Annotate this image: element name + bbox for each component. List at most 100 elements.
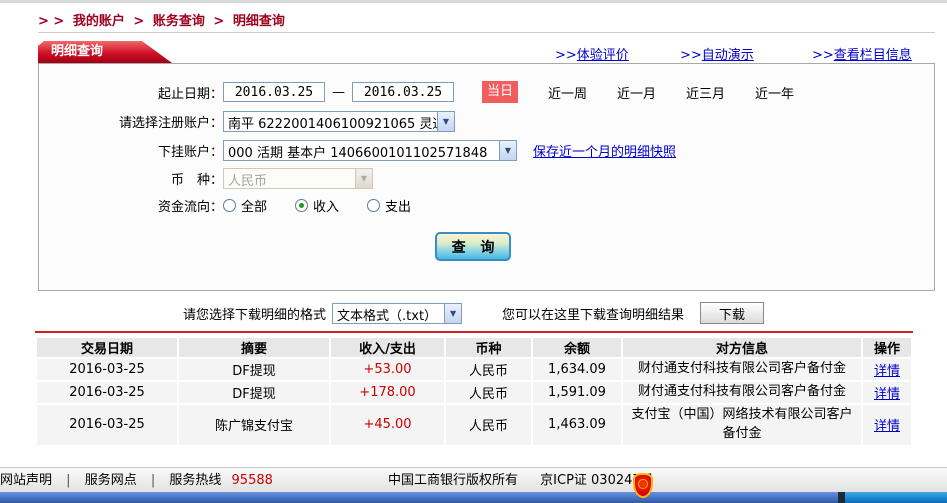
bottom-blue-bar (0, 492, 947, 503)
col-header-action: 操作 (863, 338, 911, 357)
chevron-down-icon: ▼ (437, 111, 454, 131)
cell-currency: 人民币 (446, 382, 531, 403)
auto-demo-link[interactable]: >>自动演示 (680, 44, 754, 63)
table-row: 2016-03-25 陈广锦支付宝 +45.00 人民币 1,463.09 支付… (37, 405, 911, 445)
download-row: 请您选择下载明细的格式 文本格式（.txt） ▼ 您可以在这里下载查询明细结果 … (38, 301, 935, 325)
cell-amount: +178.00 (331, 382, 444, 403)
col-header-currency: 币种 (446, 338, 531, 357)
sub-account-label: 下挂账户： (157, 144, 223, 160)
table-row: 2016-03-25 DF提现 +178.00 人民币 1,591.09 财付通… (37, 382, 911, 403)
flow-radio-all[interactable]: 全部 (223, 196, 267, 215)
experience-review-link[interactable]: >>体验评价 (555, 44, 629, 63)
cell-amount: +53.00 (331, 359, 444, 380)
currency-select-disabled: 人民币 ▼ (223, 167, 373, 189)
detail-link[interactable]: 详情 (874, 364, 900, 379)
chevron-down-icon: ▼ (444, 303, 462, 323)
breadcrumb-my-account[interactable]: 我的账户 (73, 14, 125, 29)
download-format-label: 请您选择下载明细的格式 (183, 307, 327, 323)
detail-query-page: > > 我的账户 > 账务查询 > 明细查询 明细查询 >>体验评价 >>自动演… (0, 0, 947, 503)
sub-account-select[interactable]: 000 活期 基本户 1406600101102571848 ▼ (223, 139, 517, 161)
breadcrumb: > > 我的账户 > 账务查询 > 明细查询 (38, 10, 289, 29)
col-header-counterparty: 对方信息 (623, 338, 861, 357)
detail-link[interactable]: 详情 (874, 419, 900, 434)
breadcrumb-detail-query[interactable]: 明细查询 (233, 14, 285, 29)
flow-radio-income[interactable]: 收入 (295, 196, 339, 215)
cell-currency: 人民币 (446, 405, 531, 445)
download-format-value: 文本格式（.txt） (337, 308, 438, 323)
query-form-panel: 起止日期： — 当日 近一周 近一月 近三月 近一年 请选择注册账户： 南平 6… (38, 63, 935, 291)
table-header-row: 交易日期 摘要 收入/支出 币种 余额 对方信息 操作 (37, 338, 911, 357)
cell-summary: 陈广锦支付宝 (179, 405, 329, 445)
double-arrow-icon: >> (680, 48, 702, 63)
radio-selected-icon (295, 198, 309, 212)
flow-all-label: 全部 (241, 199, 268, 215)
registered-account-select[interactable]: 南平 6222001406100921065 灵通卡 ▼ (223, 110, 455, 132)
col-header-amount: 收入/支出 (331, 338, 444, 357)
double-arrow-icon: >> (812, 48, 834, 63)
double-arrow-icon: >> (555, 48, 577, 63)
footer-links: 网站声明 | 服务网点 | 服务热线 95588 (0, 468, 273, 493)
download-button[interactable]: 下载 (700, 302, 765, 324)
hotline-number: 95588 (231, 473, 273, 488)
quick-range-quarter[interactable]: 近三月 (686, 83, 725, 102)
flow-radio-expense[interactable]: 支出 (367, 196, 411, 215)
footer-copyright: 中国工商银行版权所有 京ICP证 030247号 (388, 468, 654, 493)
cell-counterparty: 财付通支付科技有限公司客户备付金 (623, 359, 861, 380)
breadcrumb-divider (38, 32, 935, 33)
cell-date: 2016-03-25 (37, 382, 177, 403)
footer-separator: | (66, 473, 71, 488)
query-button[interactable]: 查 询 (435, 232, 511, 261)
col-header-date: 交易日期 (37, 338, 177, 357)
cell-amount: +45.00 (331, 405, 444, 445)
col-header-balance: 余额 (533, 338, 621, 357)
registered-account-label: 请选择注册账户： (118, 115, 223, 131)
date-from-input[interactable] (223, 82, 325, 102)
cell-summary: DF提现 (179, 359, 329, 380)
service-outlets-link[interactable]: 服务网点 (85, 473, 137, 488)
breadcrumb-account-query[interactable]: 账务查询 (153, 14, 205, 29)
bottom-bar-left (0, 492, 838, 503)
page-footer: 网站声明 | 服务网点 | 服务热线 95588 中国工商银行版权所有 京ICP… (0, 467, 947, 498)
chevron-down-icon: ▼ (355, 168, 372, 188)
cell-date: 2016-03-25 (37, 405, 177, 445)
sub-account-row: 下挂账户： 000 活期 基本户 1406600101102571848 ▼ 保… (39, 138, 934, 162)
breadcrumb-separator: > (133, 14, 145, 29)
top-divider (0, 0, 947, 3)
quick-range-week[interactable]: 近一周 (548, 83, 587, 102)
date-to-input[interactable] (352, 82, 454, 102)
col-header-summary: 摘要 (179, 338, 329, 357)
flow-income-label: 收入 (313, 199, 340, 215)
cell-balance: 1,463.09 (533, 405, 621, 445)
currency-value: 人民币 (228, 173, 268, 188)
download-hint: 您可以在这里下载查询明细结果 (502, 307, 685, 323)
currency-label: 币 种： (170, 172, 223, 188)
download-format-select[interactable]: 文本格式（.txt） ▼ (332, 302, 463, 324)
bottom-bar-notch (838, 492, 845, 503)
table-top-red-divider (35, 331, 913, 333)
date-range-dash: — (332, 84, 345, 100)
today-button[interactable]: 当日 (482, 81, 518, 103)
quick-range-month[interactable]: 近一月 (617, 83, 656, 102)
cell-counterparty: 财付通支付科技有限公司客户备付金 (623, 382, 861, 403)
cell-summary: DF提现 (179, 382, 329, 403)
breadcrumb-separator: > (213, 14, 225, 29)
table-row: 2016-03-25 DF提现 +53.00 人民币 1,634.09 财付通支… (37, 359, 911, 380)
save-snapshot-link[interactable]: 保存近一个月的明细快照 (533, 141, 676, 160)
registered-account-value: 南平 6222001406100921065 灵通卡 (228, 116, 437, 131)
site-statement-link[interactable]: 网站声明 (0, 473, 52, 488)
flow-expense-label: 支出 (385, 199, 412, 215)
detail-link[interactable]: 详情 (874, 387, 900, 402)
fund-flow-label: 资金流向： (157, 199, 223, 215)
cell-currency: 人民币 (446, 359, 531, 380)
fund-flow-row: 资金流向： 全部 收入 支出 (39, 194, 934, 216)
transaction-table: 交易日期 摘要 收入/支出 币种 余额 对方信息 操作 2016-03-25 D… (35, 336, 913, 447)
cell-date: 2016-03-25 (37, 359, 177, 380)
bottom-bar-scroll-segment[interactable] (845, 492, 947, 503)
quick-range-year[interactable]: 近一年 (755, 83, 794, 102)
copyright-text: 中国工商银行版权所有 (388, 473, 519, 488)
currency-row: 币 种： 人民币 ▼ (39, 167, 934, 189)
column-info-link[interactable]: >>查看栏目信息 (812, 44, 912, 63)
radio-unselected-icon (367, 198, 381, 212)
footer-separator: | (150, 473, 156, 488)
sub-account-value: 000 活期 基本户 1406600101102571848 (228, 145, 488, 160)
